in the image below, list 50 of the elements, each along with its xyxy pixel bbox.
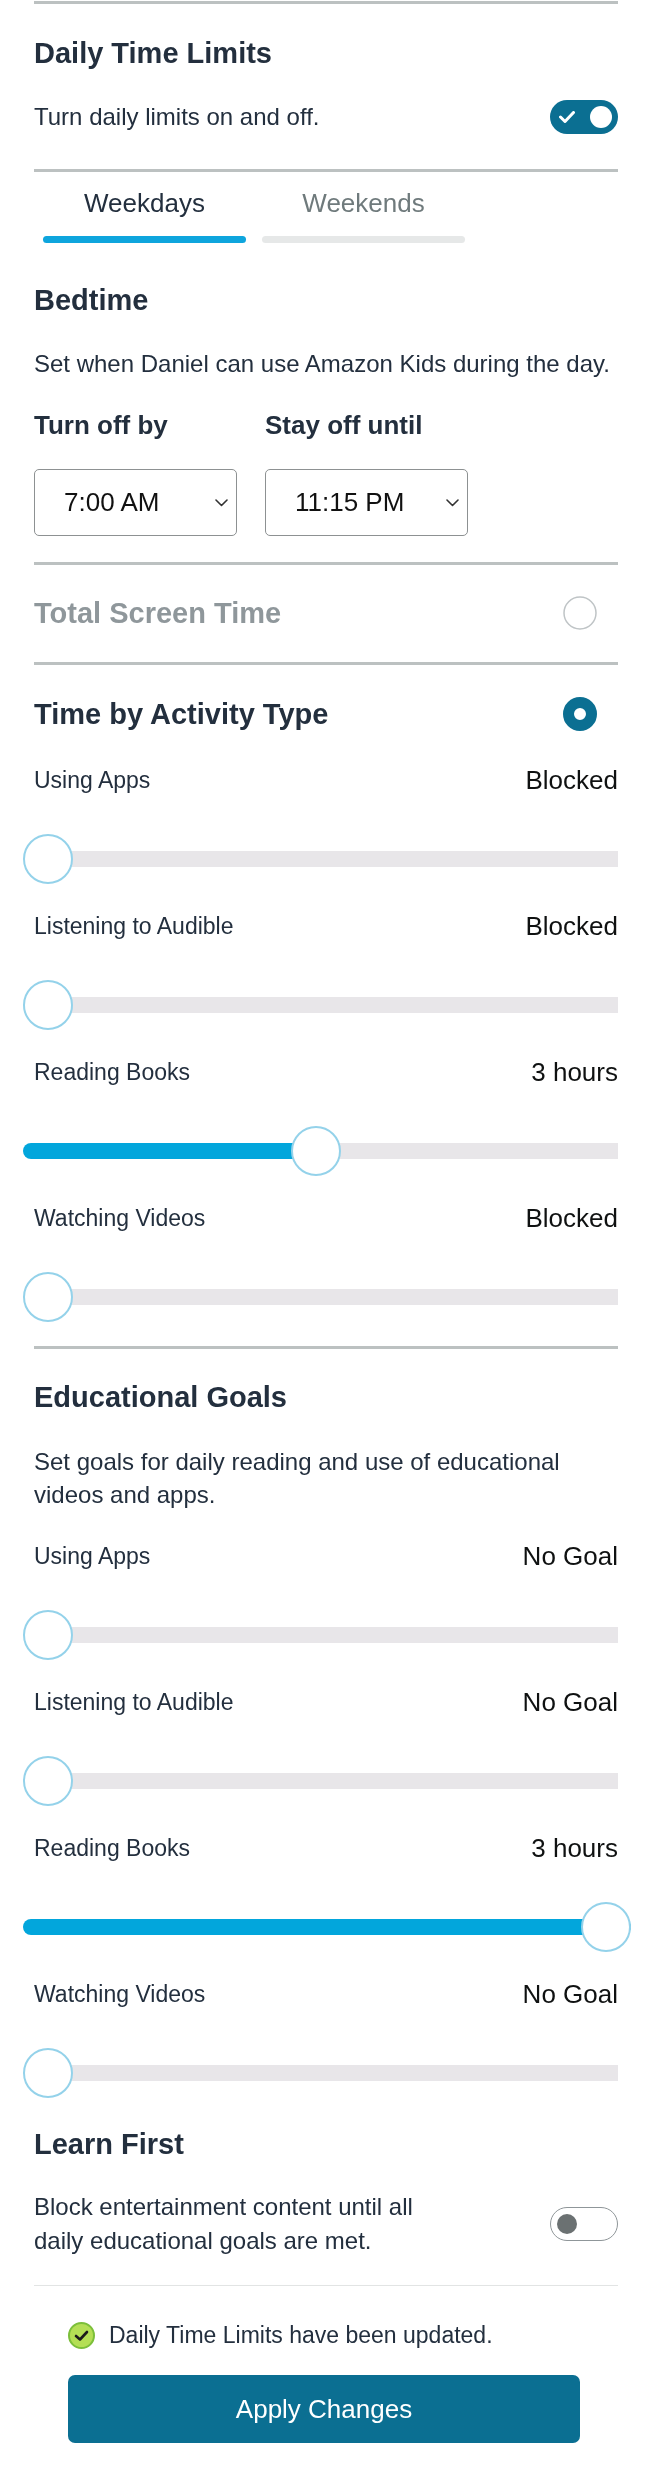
tab[interactable]: Weekends xyxy=(262,187,465,243)
section-title: Bedtime xyxy=(34,283,150,318)
section-description: Set when Daniel can use Amazon Kids during the day. xyxy=(34,349,611,379)
slider-thumb[interactable] xyxy=(23,1610,73,1660)
slider-label: Watching Videos xyxy=(34,1980,206,2009)
slider-value: 3 hours xyxy=(531,1832,618,1864)
slider-value: No Goal xyxy=(522,1686,618,1718)
time-dropdown[interactable]: 7:00 AM xyxy=(34,469,237,536)
slider-thumb[interactable] xyxy=(23,980,73,1030)
option-label: Time by Activity Type xyxy=(34,697,329,732)
toggle-switch[interactable] xyxy=(550,100,618,134)
slider-label: Reading Books xyxy=(34,1058,190,1087)
success-check-icon xyxy=(68,2321,95,2349)
slider-thumb[interactable] xyxy=(23,1756,73,1806)
slider-value: Blocked xyxy=(525,910,618,942)
slider-label: Reading Books xyxy=(34,1834,190,1863)
section-title: Educational Goals xyxy=(34,1380,288,1415)
setting-description: Turn daily limits on and off. xyxy=(34,102,320,132)
option-label: Total Screen Time xyxy=(34,596,282,631)
tab[interactable]: Weekdays xyxy=(43,187,246,243)
slider-value: 3 hours xyxy=(531,1056,618,1088)
radio-button[interactable] xyxy=(563,596,597,630)
radio-button[interactable] xyxy=(563,697,597,731)
slider-value: Blocked xyxy=(525,764,618,796)
field-label: Turn off by xyxy=(34,409,169,441)
slider-thumb[interactable] xyxy=(581,1902,631,1952)
slider-thumb[interactable] xyxy=(23,1272,73,1322)
slider-label: Using Apps xyxy=(34,766,151,795)
slider-value: No Goal xyxy=(522,1540,618,1572)
slider-thumb[interactable] xyxy=(290,1126,341,1176)
section-title: Daily Time Limits xyxy=(34,36,273,71)
status-message: Daily Time Limits have been updated. xyxy=(109,2321,493,2350)
slider-thumb[interactable] xyxy=(23,2048,73,2098)
apply-changes-button[interactable]: Apply Changes xyxy=(68,2375,580,2443)
slider-value: Blocked xyxy=(525,1202,618,1234)
slider-label: Watching Videos xyxy=(34,1204,206,1233)
section-title: Learn First xyxy=(34,2127,185,2162)
setting-description: Block entertainment content until all daily educational goals are met. xyxy=(34,2192,414,2256)
slider-label: Listening to Audible xyxy=(34,912,234,941)
slider-value: No Goal xyxy=(522,1978,618,2010)
section-description: Set goals for daily reading and use of educational videos and apps. xyxy=(34,1447,561,1510)
slider-label: Using Apps xyxy=(34,1542,151,1571)
slider-thumb[interactable] xyxy=(23,834,73,884)
slider-label: Listening to Audible xyxy=(34,1688,234,1717)
field-label: Stay off until xyxy=(265,409,424,441)
check-icon xyxy=(559,111,575,123)
time-dropdown[interactable]: 11:15 PM xyxy=(265,469,468,536)
chevron-down-icon xyxy=(446,498,459,507)
toggle-switch[interactable] xyxy=(550,2207,618,2241)
chevron-down-icon xyxy=(215,498,228,507)
